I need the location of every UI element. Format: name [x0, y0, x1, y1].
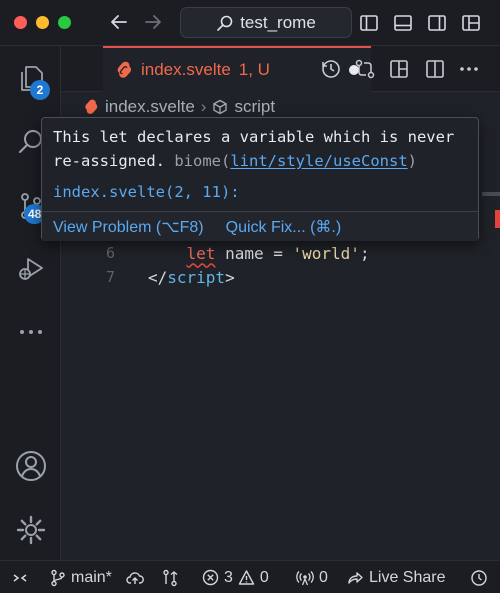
close-window-button[interactable]	[14, 16, 27, 29]
breadcrumb-separator-icon: ›	[200, 97, 207, 116]
cloud-upload-icon	[126, 571, 144, 584]
command-center-search[interactable]: test_rome	[180, 7, 352, 38]
open-preview-icon[interactable]	[387, 57, 411, 81]
run-debug-button[interactable]	[0, 242, 61, 294]
workspace-title: test_rome	[240, 12, 316, 32]
gear-icon	[16, 515, 45, 545]
title-bar: test_rome	[0, 0, 500, 46]
editor-tab-bar: index.svelte 1, U	[61, 46, 500, 92]
accounts-button[interactable]	[0, 440, 61, 492]
breadcrumb-symbol[interactable]: script	[234, 97, 275, 117]
minimize-window-button[interactable]	[36, 16, 49, 29]
account-icon	[15, 451, 46, 481]
git-branch-icon	[51, 569, 65, 586]
keyword-let[interactable]: let	[187, 244, 216, 263]
broadcast-icon	[296, 570, 314, 585]
explorer-button[interactable]: 2	[0, 52, 61, 104]
ports-status[interactable]: 0	[296, 561, 328, 593]
hover-actions-bar: View Problem (⌥F8) Quick Fix... (⌘.)	[42, 211, 478, 241]
diagnostic-rule-link[interactable]: lint/style/useConst	[230, 152, 407, 170]
view-problem-link[interactable]: View Problem (⌥F8)	[53, 217, 204, 237]
code-text: >	[225, 267, 235, 287]
code-text: name =	[215, 243, 293, 263]
diagnostic-source: biome	[174, 152, 221, 170]
ports-count: 0	[319, 568, 328, 586]
live-share-icon	[348, 571, 363, 584]
symbol-module-icon	[213, 99, 228, 115]
code-text: </	[148, 267, 168, 287]
git-graph-button[interactable]	[162, 561, 178, 593]
customize-layout-icon[interactable]	[458, 10, 484, 36]
tab-status: 1, U	[238, 60, 270, 79]
hover-diagnostic-popup: This let declares a variable which is ne…	[41, 117, 479, 241]
ellipsis-icon	[19, 330, 42, 334]
svelte-file-icon	[117, 61, 132, 78]
toggle-primary-sidebar-icon[interactable]	[356, 10, 382, 36]
code-content: let name = 'world';	[148, 244, 370, 263]
tab-label: index.svelte	[141, 60, 231, 79]
live-share-label: Live Share	[369, 568, 446, 586]
compare-changes-icon[interactable]	[353, 57, 377, 81]
error-overview-marker	[495, 210, 500, 228]
toggle-secondary-sidebar-icon[interactable]	[424, 10, 450, 36]
search-icon	[217, 15, 233, 31]
quick-fix-link[interactable]: Quick Fix... (⌘.)	[226, 217, 342, 237]
explorer-badge: 2	[30, 80, 50, 100]
warning-count: 0	[259, 568, 269, 586]
history-icon	[471, 569, 487, 586]
code-line: 7 </script>	[61, 265, 481, 289]
breadcrumb-file[interactable]: index.svelte	[105, 97, 195, 117]
forward-arrow-icon[interactable]	[140, 9, 166, 35]
back-arrow-icon[interactable]	[106, 9, 132, 35]
branch-status[interactable]: main*	[50, 561, 112, 593]
error-count: 3	[224, 568, 233, 586]
history-button[interactable]	[470, 561, 488, 593]
tag-name: script	[167, 267, 226, 287]
more-actions-icon[interactable]	[457, 57, 481, 81]
manage-button[interactable]	[0, 504, 61, 556]
code-line: 6 let name = 'world';	[61, 241, 481, 265]
zoom-window-button[interactable]	[58, 16, 71, 29]
remote-indicator[interactable]	[12, 561, 28, 593]
git-compare-icon	[163, 569, 178, 586]
diagnostic-location[interactable]: index.svelte(2, 11):	[53, 183, 240, 201]
timeline-icon[interactable]	[319, 57, 343, 81]
live-share-button[interactable]: Live Share	[346, 561, 446, 593]
split-editor-icon[interactable]	[423, 57, 447, 81]
status-bar: main* 3 0 0 Live Share	[0, 560, 500, 593]
remote-icon	[13, 573, 27, 582]
run-debug-icon	[18, 258, 43, 280]
problems-status[interactable]: 3 0	[202, 561, 269, 593]
svelte-file-icon	[85, 99, 98, 114]
diagnostic-message: This let declares a variable which is ne…	[53, 128, 455, 170]
string-literal: 'world'	[292, 243, 360, 263]
warning-icon	[238, 570, 255, 585]
line-number: 7	[105, 268, 115, 286]
branch-name: main*	[71, 568, 112, 586]
code-text: ;	[359, 243, 370, 263]
code-content: </script>	[148, 268, 235, 287]
toggle-panel-icon[interactable]	[390, 10, 416, 36]
line-number: 6	[105, 244, 115, 262]
sync-button[interactable]	[126, 561, 144, 593]
error-icon	[202, 569, 219, 586]
more-views-button[interactable]	[0, 306, 61, 358]
vertical-scrollbar[interactable]	[482, 192, 500, 196]
